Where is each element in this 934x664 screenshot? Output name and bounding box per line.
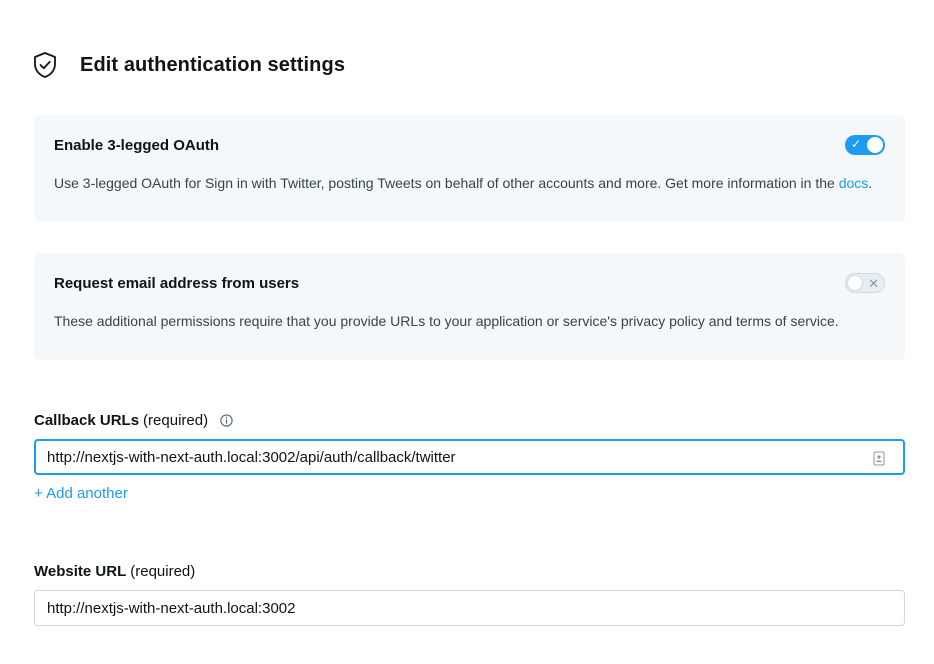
oauth-toggle[interactable]: ✓ xyxy=(845,135,885,155)
info-icon[interactable] xyxy=(220,414,233,427)
page-header: Edit authentication settings xyxy=(33,50,345,80)
callback-urls-label: Callback URLs (required) xyxy=(34,412,233,429)
callback-url-value: http://nextjs-with-next-auth.local:3002/… xyxy=(47,448,456,466)
page-title: Edit authentication settings xyxy=(80,53,346,76)
email-settings-card: Request email address from users ✕ These… xyxy=(34,253,905,360)
contact-card-icon[interactable] xyxy=(873,451,885,466)
callback-url-input[interactable]: http://nextjs-with-next-auth.local:3002/… xyxy=(34,439,905,475)
docs-link[interactable]: docs xyxy=(839,175,869,191)
website-url-label: Website URL (required) xyxy=(34,563,195,580)
oauth-description: Use 3-legged OAuth for Sign in with Twit… xyxy=(54,175,872,191)
callback-required-text: (required) xyxy=(143,412,209,429)
website-label-text: Website URL xyxy=(34,563,127,580)
oauth-description-text: Use 3-legged OAuth for Sign in with Twit… xyxy=(54,175,839,191)
checkmark-icon: ✓ xyxy=(851,137,862,151)
shield-check-icon xyxy=(33,51,57,79)
oauth-title: Enable 3-legged OAuth xyxy=(54,137,220,154)
website-required-text: (required) xyxy=(130,563,196,580)
email-toggle[interactable]: ✕ xyxy=(845,273,885,293)
website-url-value: http://nextjs-with-next-auth.local:3002 xyxy=(47,599,296,617)
website-url-input[interactable]: http://nextjs-with-next-auth.local:3002 xyxy=(34,590,905,626)
oauth-description-period: . xyxy=(868,175,873,191)
email-description: These additional permissions require tha… xyxy=(54,313,839,329)
callback-label-text: Callback URLs xyxy=(34,412,140,429)
email-title: Request email address from users xyxy=(54,275,300,292)
toggle-knob xyxy=(847,275,863,291)
add-another-link[interactable]: + Add another xyxy=(34,485,128,502)
close-icon: ✕ xyxy=(868,276,879,291)
toggle-knob xyxy=(867,137,883,153)
oauth-settings-card: Enable 3-legged OAuth ✓ Use 3-legged OAu… xyxy=(34,115,905,222)
